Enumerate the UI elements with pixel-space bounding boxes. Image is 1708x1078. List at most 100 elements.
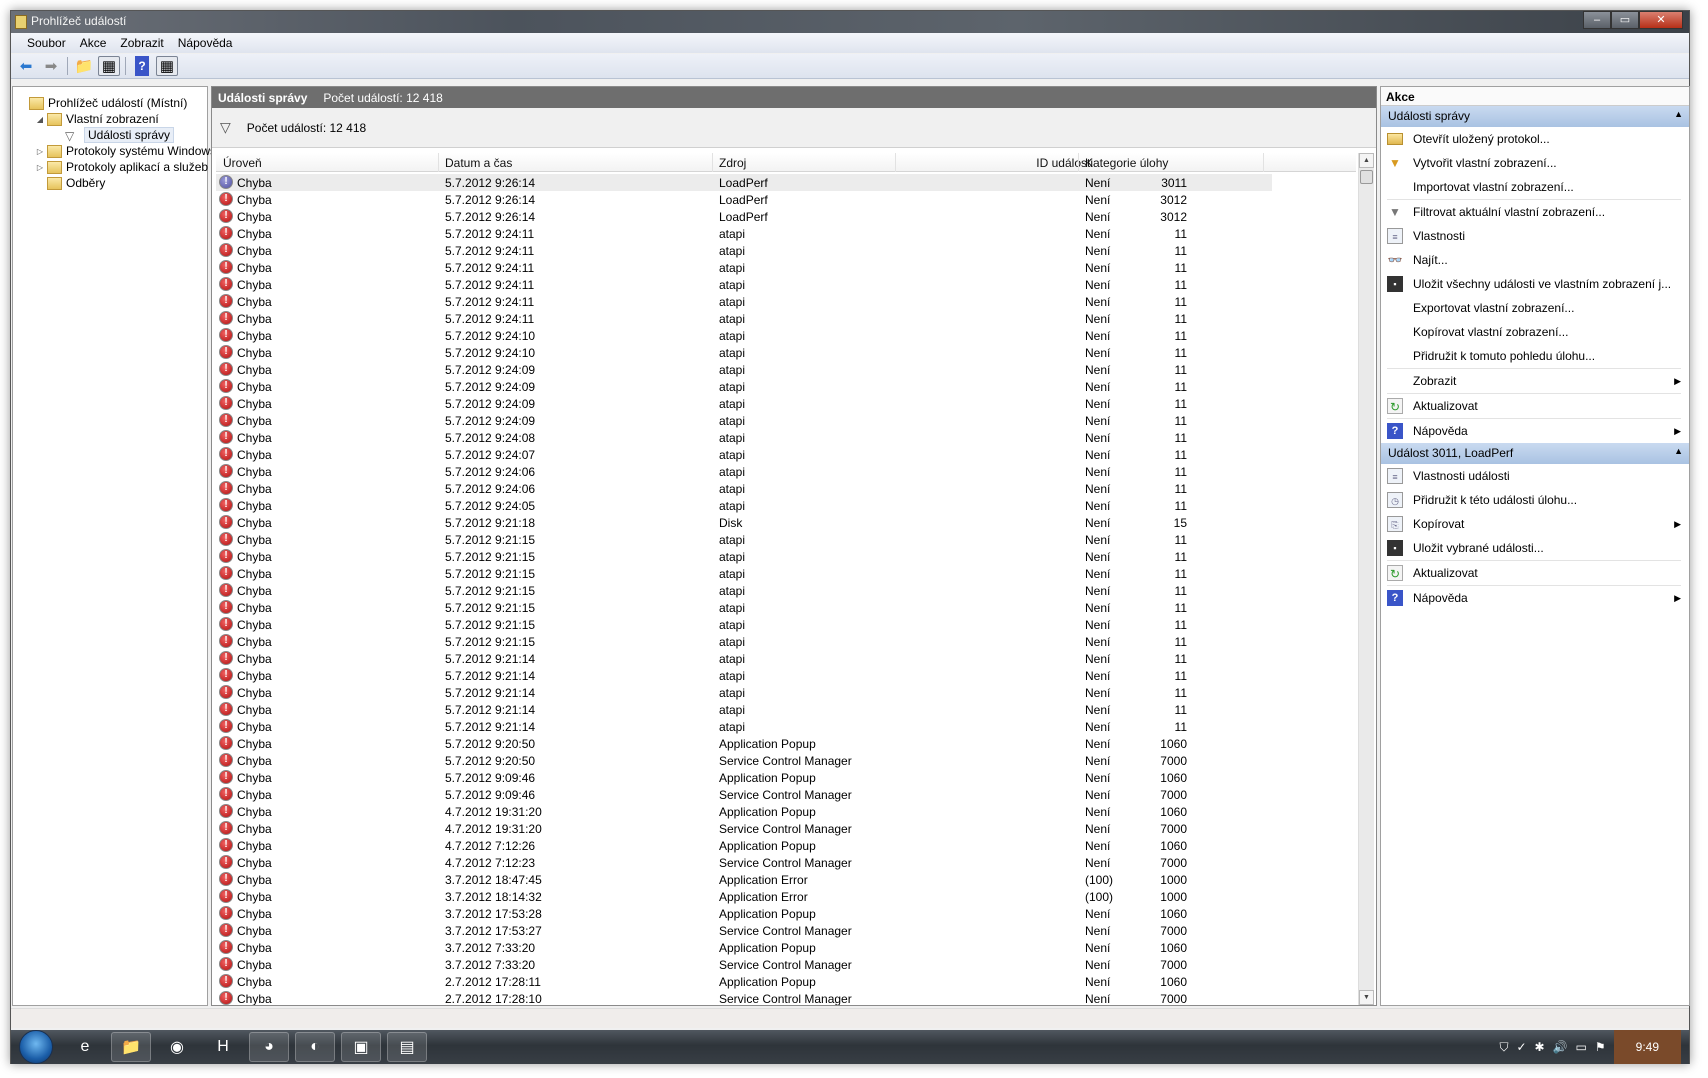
action-item[interactable]: ◷ Přidružit k této události úlohu...: [1381, 488, 1689, 512]
action-item[interactable]: ≡ Vlastnosti: [1381, 224, 1689, 248]
table-row[interactable]: ! Chyba 5.7.2012 9:24:11 atapi 11 Není: [216, 242, 1272, 259]
table-row[interactable]: ! Chyba 4.7.2012 19:31:20 Application Popup…: [216, 803, 1272, 820]
table-row[interactable]: ! Chyba 5.7.2012 9:21:15 atapi 11 Není: [216, 616, 1272, 633]
show-hide-action-pane-icon[interactable]: ▦: [156, 56, 178, 76]
table-row[interactable]: ! Chyba 5.7.2012 9:21:14 atapi 11 Není: [216, 650, 1272, 667]
table-row[interactable]: ! Chyba 5.7.2012 9:24:09 atapi 11 Není: [216, 361, 1272, 378]
column-header-source[interactable]: Zdroj: [719, 156, 746, 170]
back-arrow-icon[interactable]: ⬅: [15, 56, 37, 76]
table-row[interactable]: ! Chyba 5.7.2012 9:24:09 atapi 11 Není: [216, 412, 1272, 429]
file-explorer-icon[interactable]: 📁: [111, 1032, 151, 1062]
table-row[interactable]: ! Chyba 5.7.2012 9:24:05 atapi 11 Není: [216, 497, 1272, 514]
action-item[interactable]: Kopírovat vlastní zobrazení...: [1381, 320, 1689, 344]
table-row[interactable]: ! Chyba 5.7.2012 9:24:10 atapi 11 Není: [216, 327, 1272, 344]
app-tray-icon[interactable]: ✱: [1535, 1040, 1545, 1055]
action-item[interactable]: ▼ Filtrovat aktuální vlastní zobrazení...: [1381, 200, 1689, 224]
action-item[interactable]: ≡ Vlastnosti události: [1381, 464, 1689, 488]
table-row[interactable]: ! Chyba 5.7.2012 9:20:50 Service Control Ma…: [216, 752, 1272, 769]
table-row[interactable]: ! Chyba 5.7.2012 9:24:11 atapi 11 Není: [216, 225, 1272, 242]
remote-desktop-icon[interactable]: ▣: [341, 1032, 381, 1062]
table-row[interactable]: ! Chyba 5.7.2012 9:26:14 LoadPerf 3012 Není: [216, 191, 1272, 208]
clock[interactable]: 9:49: [1613, 1030, 1681, 1064]
action-item[interactable]: ↻ Aktualizovat: [1381, 561, 1689, 585]
action-item[interactable]: Importovat vlastní zobrazení...: [1381, 175, 1689, 199]
action-item[interactable]: Otevřít uložený protokol...: [1381, 127, 1689, 151]
action-item[interactable]: ▼ Vytvořit vlastní zobrazení...: [1381, 151, 1689, 175]
column-header-level[interactable]: Úroveň: [223, 156, 262, 170]
table-row[interactable]: ! Chyba 3.7.2012 17:53:27 Service Control M…: [216, 922, 1272, 939]
internet-explorer-icon[interactable]: e: [65, 1032, 105, 1062]
collapse-triangle-icon[interactable]: ▲: [1674, 109, 1683, 119]
table-row[interactable]: ! Chyba 4.7.2012 7:12:23 Service Control Ma…: [216, 854, 1272, 871]
scrollbar-thumb[interactable]: [1360, 170, 1373, 184]
tree-item[interactable]: ▷ Protokoly aplikací a služeb: [35, 159, 208, 175]
table-row[interactable]: ! Chyba 5.7.2012 9:24:11 atapi 11 Není: [216, 293, 1272, 310]
column-header-task-category[interactable]: Kategorie úlohy: [1085, 156, 1168, 170]
table-row[interactable]: ! Chyba 4.7.2012 19:31:20 Service Control M…: [216, 820, 1272, 837]
table-row[interactable]: ! Chyba 2.7.2012 17:28:11 Application Popup…: [216, 973, 1272, 990]
volume-icon[interactable]: 🔊: [1553, 1040, 1568, 1055]
table-row[interactable]: ! Chyba 5.7.2012 9:21:15 atapi 11 Není: [216, 548, 1272, 565]
table-row[interactable]: ! Chyba 5.7.2012 9:24:09 atapi 11 Není: [216, 395, 1272, 412]
table-row[interactable]: ! Chyba 5.7.2012 9:21:14 atapi 11 Není: [216, 718, 1272, 735]
show-hide-tree-icon[interactable]: ▦: [98, 56, 120, 76]
expander-icon[interactable]: ◢: [35, 115, 45, 124]
table-row[interactable]: ! Chyba 5.7.2012 9:24:07 atapi 11 Není: [216, 446, 1272, 463]
action-item[interactable]: Zobrazit ▶: [1381, 369, 1689, 393]
table-row[interactable]: ! Chyba 5.7.2012 9:26:14 LoadPerf 3011 Není: [216, 174, 1272, 191]
action-item[interactable]: ▪ Uložit vybrané události...: [1381, 536, 1689, 560]
network-check-icon[interactable]: ✓: [1516, 1040, 1526, 1055]
table-row[interactable]: ! Chyba 5.7.2012 9:24:11 atapi 11 Není: [216, 310, 1272, 327]
table-row[interactable]: ! Chyba 3.7.2012 18:47:45 Application Error…: [216, 871, 1272, 888]
tree-item[interactable]: Odběry: [35, 175, 105, 191]
table-row[interactable]: ! Chyba 5.7.2012 9:26:14 LoadPerf 3012 Není: [216, 208, 1272, 225]
menu-napoveda[interactable]: Nápověda: [171, 33, 240, 53]
menu-zobrazit[interactable]: Zobrazit: [113, 33, 170, 53]
close-button[interactable]: ✕: [1639, 11, 1683, 29]
app-lens-icon[interactable]: ◐: [295, 1032, 335, 1062]
table-row[interactable]: ! Chyba 5.7.2012 9:24:11 atapi 11 Není: [216, 259, 1272, 276]
table-row[interactable]: ! Chyba 5.7.2012 9:21:18 Disk 15 Není: [216, 514, 1272, 531]
network-icon[interactable]: ▭: [1576, 1040, 1587, 1055]
table-row[interactable]: ! Chyba 5.7.2012 9:21:15 atapi 11 Není: [216, 565, 1272, 582]
table-row[interactable]: ! Chyba 5.7.2012 9:21:15 atapi 11 Není: [216, 582, 1272, 599]
vertical-scrollbar[interactable]: ▲ ▼: [1358, 153, 1374, 1005]
expander-icon[interactable]: ▷: [35, 147, 45, 156]
column-header-date[interactable]: Datum a čas: [445, 156, 512, 170]
expander-icon[interactable]: ▷: [35, 163, 45, 172]
tree-item[interactable]: ◢ Vlastní zobrazení: [35, 111, 159, 127]
action-item[interactable]: 👓 Najít...: [1381, 248, 1689, 272]
table-row[interactable]: ! Chyba 5.7.2012 9:24:08 atapi 11 Není: [216, 429, 1272, 446]
up-folder-icon[interactable]: 📁: [73, 56, 95, 76]
action-item[interactable]: ▪ Uložit všechny události ve vlastním zob…: [1381, 272, 1689, 296]
action-center-flag-icon[interactable]: ⚑: [1595, 1040, 1606, 1055]
scroll-up-button[interactable]: ▲: [1359, 153, 1374, 168]
menu-soubor[interactable]: Soubor: [20, 33, 73, 53]
table-row[interactable]: ! Chyba 5.7.2012 9:24:06 atapi 11 Není: [216, 480, 1272, 497]
table-row[interactable]: ! Chyba 5.7.2012 9:21:15 atapi 11 Není: [216, 633, 1272, 650]
menu-akce[interactable]: Akce: [73, 33, 114, 53]
table-row[interactable]: ! Chyba 5.7.2012 9:21:14 atapi 11 Není: [216, 701, 1272, 718]
table-row[interactable]: ! Chyba 5.7.2012 9:20:50 Application Popup 1…: [216, 735, 1272, 752]
firefox-icon[interactable]: ◕: [249, 1032, 289, 1062]
minimize-button[interactable]: –: [1583, 11, 1611, 29]
action-item[interactable]: Exportovat vlastní zobrazení...: [1381, 296, 1689, 320]
avast-icon[interactable]: ◉: [157, 1032, 197, 1062]
table-row[interactable]: ! Chyba 3.7.2012 18:14:32 Application Error…: [216, 888, 1272, 905]
maximize-button[interactable]: ▭: [1611, 11, 1639, 29]
table-row[interactable]: ! Chyba 5.7.2012 9:21:15 atapi 11 Není: [216, 599, 1272, 616]
action-item[interactable]: ? Nápověda ▶: [1381, 419, 1689, 443]
tree-item[interactable]: ▽ Události správy: [53, 127, 175, 143]
table-row[interactable]: ! Chyba 3.7.2012 7:33:20 Service Control Ma…: [216, 956, 1272, 973]
app-h-icon[interactable]: H: [203, 1032, 243, 1062]
scroll-down-button[interactable]: ▼: [1359, 990, 1374, 1005]
action-item[interactable]: ↻ Aktualizovat: [1381, 394, 1689, 418]
collapse-triangle-icon[interactable]: ▲: [1674, 446, 1683, 456]
shield-icon[interactable]: ⛉: [1499, 1040, 1508, 1055]
tree-item[interactable]: ▷ Protokoly systému Windows: [35, 143, 216, 159]
help-icon[interactable]: ?: [135, 56, 149, 76]
table-row[interactable]: ! Chyba 5.7.2012 9:24:10 atapi 11 Není: [216, 344, 1272, 361]
action-item[interactable]: Přidružit k tomuto pohledu úlohu...: [1381, 344, 1689, 368]
start-button[interactable]: [19, 1030, 53, 1064]
forward-arrow-icon[interactable]: ➡: [40, 56, 62, 76]
